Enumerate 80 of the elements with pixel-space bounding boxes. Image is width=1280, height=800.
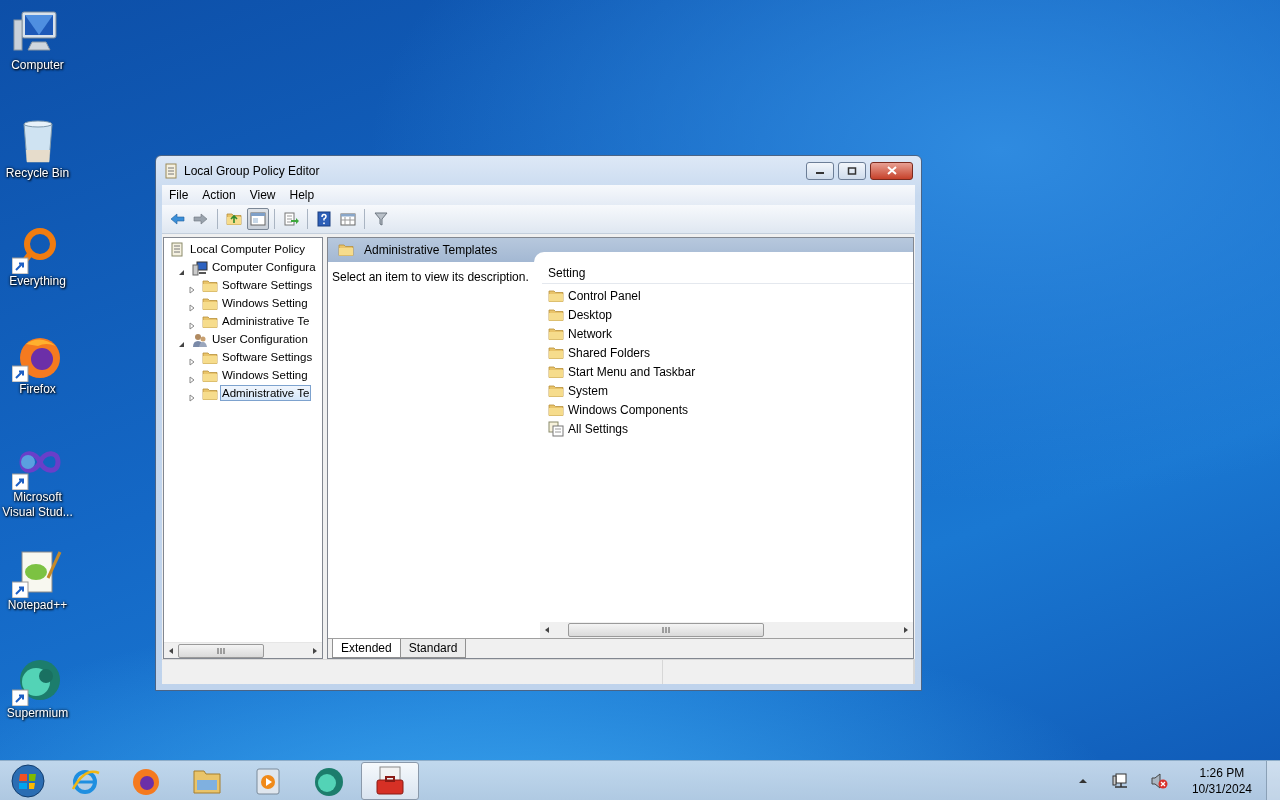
tree-item[interactable]: Administrative Te (220, 313, 312, 329)
table-icon (340, 211, 356, 227)
tree-item[interactable]: User Configuration (210, 331, 310, 347)
folder-icon (548, 363, 564, 380)
muted-speaker-icon (1149, 771, 1168, 790)
scroll-thumb[interactable] (178, 643, 264, 658)
folder-icon (202, 295, 218, 312)
list-item[interactable]: Windows Components (568, 400, 689, 419)
tree-item[interactable]: Administrative Te (220, 385, 312, 401)
folder-icon (548, 382, 564, 399)
menu-item[interactable]: View (242, 186, 283, 204)
tree-item[interactable]: Software Settings (220, 349, 315, 365)
folder-icon (548, 325, 564, 342)
view-tab[interactable]: Standard (399, 639, 467, 658)
folder-icon (202, 385, 218, 402)
show-tree-button[interactable] (247, 208, 269, 230)
folder-icon (338, 242, 354, 258)
settings-list-icon (548, 420, 564, 437)
tree-item[interactable]: Windows Setting (220, 367, 310, 383)
menu-item[interactable]: File (162, 186, 196, 204)
arrow-left-icon (169, 211, 185, 227)
view-tab[interactable]: Extended (332, 639, 401, 658)
desktop-icon-label[interactable]: Supermium (0, 706, 75, 721)
close-button[interactable] (870, 161, 913, 180)
folder-icon (548, 306, 564, 323)
desktop-icon-label[interactable]: Computer (0, 58, 75, 73)
window-title: Local Group Policy Editor (184, 162, 321, 180)
desktop-icon-label[interactable]: Notepad++ (0, 598, 75, 613)
tree-item[interactable]: Local Computer Policy (188, 241, 308, 257)
help-icon (316, 211, 332, 227)
toolbox-icon (374, 764, 406, 797)
desktop-icon-label[interactable]: Recycle Bin (0, 166, 75, 181)
menu-item[interactable]: Help (282, 186, 322, 204)
column-header[interactable]: Setting (542, 262, 913, 284)
taskbar-app-button[interactable] (361, 761, 419, 800)
folder-icon (548, 344, 564, 361)
folder-icon (202, 367, 218, 384)
list-item[interactable]: All Settings (568, 419, 629, 438)
list-item[interactable]: System (568, 381, 608, 400)
folder-icon (202, 277, 218, 294)
list-item[interactable]: Desktop (568, 305, 613, 324)
document-icon (164, 163, 178, 180)
windows-logo-icon (11, 763, 45, 798)
list-item[interactable]: Control Panel (568, 286, 641, 305)
list-item[interactable]: Start Menu and Taskbar (568, 362, 696, 381)
desktop-icon-label[interactable]: Everything (0, 274, 75, 289)
filter-icon (373, 211, 389, 227)
scroll-thumb[interactable] (568, 623, 764, 637)
tree-item[interactable]: Windows Setting (220, 295, 310, 311)
list-item[interactable]: Network (568, 324, 612, 343)
minimize-button[interactable] (806, 161, 834, 180)
header-title: Administrative Templates (364, 242, 498, 259)
caret-up-icon (1077, 776, 1088, 785)
tree-item[interactable]: Software Settings (220, 277, 315, 293)
horizontal-scrollbar[interactable] (164, 642, 322, 658)
folder-icon (202, 349, 218, 366)
clock-date[interactable]: 10/31/2024 (1191, 780, 1252, 797)
export-list-icon (283, 211, 299, 227)
maximize-button[interactable] (838, 161, 866, 180)
policy-icon (170, 241, 186, 258)
show-desktop-button[interactable] (1266, 761, 1280, 800)
horizontal-scrollbar[interactable] (540, 622, 913, 638)
computer-icon (192, 259, 208, 276)
pane-icon (250, 211, 266, 227)
network-icon (1111, 771, 1130, 790)
clock-time[interactable]: 1:26 PM (1191, 764, 1252, 781)
menu-item[interactable]: Action (195, 186, 243, 204)
folder-icon (548, 401, 564, 418)
arrow-right-icon (193, 211, 209, 227)
list-item[interactable]: Shared Folders (568, 343, 651, 362)
users-icon (192, 331, 208, 348)
folder-icon (548, 287, 564, 304)
desktop-icon-label[interactable]: Firefox (0, 382, 75, 397)
description-text: Select an item to view its description. (332, 270, 529, 284)
desktop-icon-label[interactable]: Microsoft Visual Stud... (0, 490, 75, 520)
maximize-icon (847, 166, 857, 175)
folder-icon (202, 313, 218, 330)
folder-up-icon (226, 211, 242, 227)
close-icon (886, 166, 897, 175)
tree-item[interactable]: Computer Configura (210, 259, 318, 275)
